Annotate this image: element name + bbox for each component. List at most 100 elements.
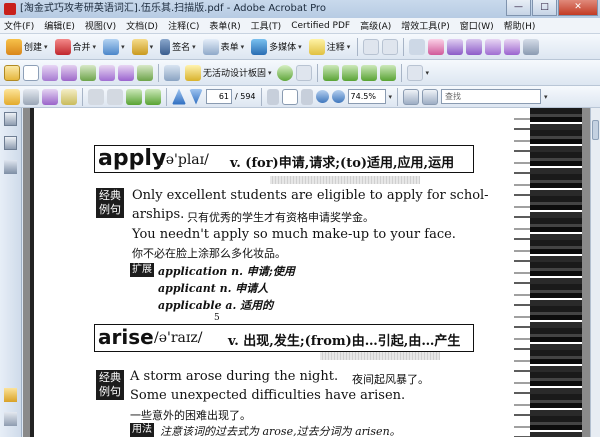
menu-plugins[interactable]: 增效工具(P) — [401, 19, 449, 32]
minimize-button[interactable]: — — [506, 0, 531, 16]
toolbar-separator — [316, 63, 318, 82]
scan-edge — [30, 108, 34, 437]
entry-word: arise — [98, 325, 154, 349]
menu-comments[interactable]: 注释(C) — [168, 19, 199, 32]
toolbar-separator — [397, 87, 399, 106]
radio-icon[interactable] — [42, 64, 58, 81]
pages-panel-icon[interactable] — [4, 112, 17, 126]
create-pdf-icon — [6, 38, 22, 55]
page-icon[interactable] — [363, 38, 380, 55]
barcode-icon[interactable] — [137, 64, 153, 81]
zoom-in-icon[interactable] — [331, 90, 345, 103]
menu-bar: 文件(F) 编辑(E) 视图(V) 文档(D) 注释(C) 表单(R) 工具(T… — [0, 18, 600, 34]
bookmarks-panel-icon[interactable] — [4, 136, 17, 150]
previous-page-icon[interactable] — [172, 88, 186, 105]
touchup-icon[interactable] — [504, 38, 521, 55]
zoom-out-icon[interactable] — [315, 90, 329, 103]
comment-icon — [308, 38, 325, 55]
usage-tag: 用法 — [130, 423, 154, 437]
menu-window[interactable]: 窗口(W) — [460, 19, 494, 32]
toolbar-separator — [403, 37, 405, 56]
fit-page-icon[interactable] — [403, 88, 420, 105]
create-button[interactable]: 创建 ▾ — [4, 38, 50, 55]
maximize-button[interactable]: □ — [532, 0, 557, 16]
lock-icon — [131, 38, 148, 55]
menu-file[interactable]: 文件(F) — [4, 19, 34, 32]
window-titlebar: [淘金式巧攻考研英语词汇].伍乐其.扫描版.pdf - Adobe Acroba… — [0, 0, 600, 18]
menu-help[interactable]: 帮助(H) — [504, 19, 536, 32]
window-title: [淘金式巧攻考研英语词汇].伍乐其.扫描版.pdf - Adobe Acroba… — [20, 3, 326, 14]
entry-word: apply — [98, 146, 167, 171]
share-button[interactable]: ▾ — [101, 38, 127, 55]
listbox-icon[interactable] — [61, 64, 77, 81]
form-icon — [202, 38, 219, 55]
next-page-icon[interactable] — [189, 88, 203, 105]
grid-icon[interactable] — [360, 64, 377, 81]
cursor-icon[interactable] — [409, 38, 426, 55]
design-icon — [185, 64, 201, 81]
save-icon[interactable] — [88, 88, 104, 105]
panel-icon[interactable] — [406, 64, 423, 81]
share-icon — [103, 38, 120, 55]
page-number-input[interactable]: 61 — [206, 89, 232, 104]
text-field-icon[interactable] — [4, 64, 20, 81]
share-arrow-icon[interactable] — [145, 88, 161, 105]
hand-tool-icon[interactable] — [281, 88, 298, 105]
example-translation: 你不必在脸上涂那么多化妆品。 — [132, 247, 286, 260]
sign-doc-icon[interactable] — [61, 88, 77, 105]
options-icon[interactable] — [523, 38, 540, 55]
multimedia-button[interactable]: 多媒体 ▾ — [249, 38, 304, 55]
close-button[interactable]: ✕ — [558, 0, 598, 16]
menu-forms[interactable]: 表单(R) — [209, 19, 240, 32]
combine-button[interactable]: 合并 ▾ — [53, 38, 99, 55]
menu-advanced[interactable]: 高级(A) — [360, 19, 391, 32]
scrollbar-thumb[interactable] — [592, 120, 599, 140]
marquee-icon[interactable] — [428, 38, 445, 55]
crop-icon[interactable] — [485, 38, 502, 55]
table-icon[interactable] — [295, 64, 312, 81]
button-field-icon[interactable] — [99, 64, 115, 81]
menu-edit[interactable]: 编辑(E) — [44, 19, 75, 32]
entry-definition: v. (for)申请,请求;(to)适用,应用,运用 — [230, 156, 455, 171]
pages-icon[interactable] — [382, 38, 399, 55]
sign-button[interactable]: 签名 ▾ — [158, 38, 198, 55]
note-icon[interactable] — [322, 64, 339, 81]
lasso-icon[interactable] — [276, 64, 293, 81]
example-translation: 夜间起风暴了。 — [352, 373, 429, 386]
secure-button[interactable]: ▾ — [130, 38, 156, 55]
example-sentence: Only excellent students are eligible to … — [132, 188, 489, 203]
zoom-tool-icon[interactable] — [300, 88, 313, 105]
checkbox-icon[interactable] — [23, 64, 39, 81]
open-folder-icon[interactable] — [4, 88, 20, 105]
form-button[interactable]: 表单 ▾ — [201, 38, 247, 55]
menu-tools[interactable]: 工具(T) — [251, 19, 282, 32]
signatures-panel-icon[interactable] — [4, 160, 17, 174]
toolbar-separator — [158, 63, 159, 82]
select-text-icon[interactable] — [266, 88, 279, 105]
fit-width-icon[interactable] — [422, 88, 439, 105]
vertical-scrollbar[interactable] — [590, 108, 600, 437]
mail-icon[interactable] — [341, 64, 358, 81]
menu-certified-pdf[interactable]: Certified PDF — [291, 21, 350, 31]
design-panel-button[interactable]: 无活动设计板固 ▾ — [183, 64, 274, 81]
menu-view[interactable]: 视图(V) — [85, 19, 116, 32]
toolbar-separator — [400, 63, 402, 82]
print-icon[interactable] — [23, 88, 39, 105]
upload-icon[interactable] — [107, 88, 123, 105]
find-input[interactable]: 查找 — [441, 89, 542, 104]
example-tag: 经典 例句 — [96, 188, 124, 218]
move-icon[interactable] — [447, 38, 464, 55]
email-icon[interactable] — [42, 88, 58, 105]
preview-icon[interactable] — [164, 64, 180, 81]
dropdown-icon[interactable] — [80, 64, 96, 81]
usage-note: 注意该词的过去式为 arose,过去分词为 arisen。 — [160, 425, 401, 437]
attachments-panel-icon[interactable] — [4, 412, 17, 426]
comments-panel-icon[interactable] — [4, 388, 17, 402]
menu-document[interactable]: 文档(D) — [126, 19, 158, 32]
zoom-level-field[interactable]: 74.5% — [347, 89, 386, 104]
layers-icon[interactable] — [379, 64, 396, 81]
refresh-icon[interactable] — [126, 88, 142, 105]
comment-button[interactable]: 注释 ▾ — [307, 38, 353, 55]
link-icon[interactable] — [466, 38, 483, 55]
signature-field-icon[interactable] — [118, 64, 134, 81]
